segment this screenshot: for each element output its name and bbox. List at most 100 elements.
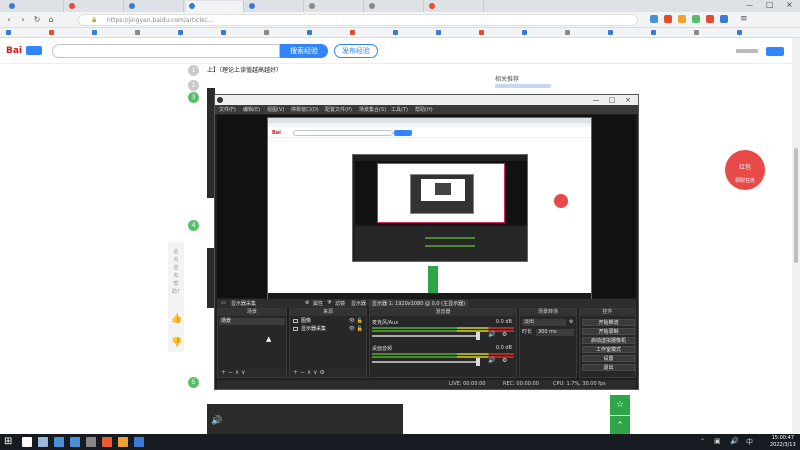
scroll-thumb[interactable] [794, 148, 798, 263]
page-scrollbar[interactable] [792, 38, 800, 434]
browser-tab[interactable] [6, 1, 64, 12]
bookmark-item[interactable] [436, 30, 476, 36]
filters-button[interactable]: 滤镜 [335, 300, 345, 307]
speaker-icon[interactable]: 🔊 [488, 357, 495, 364]
properties-button[interactable]: 属性 [313, 300, 323, 307]
transition-type-select[interactable]: 淡出 [522, 319, 566, 326]
maximize-icon[interactable]: □ [766, 0, 774, 9]
menu-help[interactable]: 帮助(H) [415, 106, 433, 113]
search-input[interactable] [52, 44, 280, 58]
bookmark-item[interactable] [264, 30, 304, 36]
tray-arrow-icon[interactable]: ⌃ [700, 438, 705, 445]
capture-frame[interactable]: Bai [267, 117, 592, 301]
start-streaming-button[interactable]: 开始推流 [582, 319, 635, 326]
browser-tab[interactable] [426, 1, 484, 12]
windows-start-icon[interactable]: ⊞ [4, 436, 12, 447]
menu-view[interactable]: 视图(V) [267, 106, 284, 113]
settings-button[interactable]: 设置 [582, 355, 635, 362]
scene-item[interactable]: 场景 [219, 318, 285, 325]
taskbar-app-icon[interactable] [118, 437, 128, 447]
bookmark-item[interactable] [6, 30, 46, 36]
source-item[interactable]: 显示器采集 👁 🔓 [291, 326, 365, 333]
minimize-icon[interactable]: — [590, 95, 602, 105]
login-button[interactable] [766, 47, 784, 56]
taskbar-app-icon[interactable] [22, 437, 32, 447]
bookmark-item[interactable] [651, 30, 691, 36]
sources-footer-symbols[interactable]: + − ∧ ∨ [293, 369, 318, 376]
volume-fader-knob[interactable] [476, 332, 480, 340]
eye-icon[interactable]: 👁 [349, 318, 355, 325]
bookmark-item[interactable] [221, 30, 261, 36]
ime-icon[interactable]: 中 [746, 437, 753, 447]
bookmark-item[interactable] [737, 30, 777, 36]
speaker-icon[interactable]: 🔊 [488, 331, 495, 338]
source-item[interactable]: 图像 👁 🔓 [291, 318, 365, 325]
bookmark-item[interactable] [565, 30, 605, 36]
volume-fader[interactable] [372, 335, 480, 337]
star-icon[interactable]: ☆ [610, 395, 630, 415]
bookmark-item[interactable] [522, 30, 562, 36]
volume-fader-knob[interactable] [476, 358, 480, 366]
browser-tab[interactable] [306, 1, 364, 12]
taskbar-app-icon[interactable] [86, 437, 96, 447]
network-icon[interactable]: ▣ [714, 437, 721, 445]
browser-tab[interactable] [246, 1, 304, 12]
browser-tab[interactable] [126, 1, 184, 12]
gear-icon[interactable]: ⚙ [502, 357, 507, 364]
extension-icon[interactable] [692, 15, 700, 23]
gear-icon[interactable]: ⚙ [502, 331, 507, 338]
header-link[interactable] [736, 49, 758, 53]
menu-docks[interactable]: 停靠窗口(D) [291, 106, 319, 113]
menu-icon[interactable]: ≡ [740, 14, 748, 24]
extension-icon[interactable] [678, 15, 686, 23]
eye-icon[interactable]: 👁 [349, 326, 355, 333]
thumbs-up-icon[interactable]: 👍 [171, 314, 182, 324]
start-virtual-camera-button[interactable]: 启动虚拟摄像机 [582, 337, 635, 344]
exit-button[interactable]: 退出 [582, 364, 635, 371]
taskbar-app-icon[interactable] [70, 437, 80, 447]
bookmark-item[interactable] [479, 30, 519, 36]
forward-icon[interactable]: › [18, 15, 28, 25]
volume-fader[interactable] [372, 361, 480, 363]
home-icon[interactable]: ⌂ [46, 15, 56, 25]
bookmark-item[interactable] [608, 30, 648, 36]
bookmark-item[interactable] [135, 30, 175, 36]
taskbar-app-icon[interactable] [102, 437, 112, 447]
bookmark-item[interactable] [49, 30, 89, 36]
taskbar-app-icon[interactable] [54, 437, 64, 447]
baidu-logo[interactable]: Bai [6, 46, 22, 56]
volume-icon[interactable]: 🔊 [730, 437, 739, 445]
bookmark-item[interactable] [393, 30, 433, 36]
bookmark-item[interactable] [92, 30, 132, 36]
sources-footer-buttons[interactable]: + − ∧ ∨ ⚙ [290, 369, 366, 377]
publish-button[interactable]: 发布经验 [334, 44, 378, 58]
bookmark-item[interactable] [307, 30, 347, 36]
extension-icon[interactable] [720, 15, 728, 23]
search-button[interactable]: 搜索经验 [280, 44, 328, 58]
scenes-footer-buttons[interactable]: + − ∧ ∨ [218, 369, 286, 377]
taskbar-app-icon[interactable] [134, 437, 144, 447]
display-select[interactable]: 显示器 1: 1920x1080 @ 0,0 (主显示器) [369, 300, 469, 307]
bookmark-item[interactable] [178, 30, 218, 36]
bookmark-item[interactable] [350, 30, 390, 36]
back-icon[interactable]: ‹ [4, 15, 14, 25]
studio-mode-button[interactable]: 工作室模式 [582, 346, 635, 353]
browser-tab[interactable] [186, 1, 244, 12]
menu-edit[interactable]: 编辑(E) [243, 106, 260, 113]
menu-scene-collection[interactable]: 场景集合(S) [359, 106, 386, 113]
close-icon[interactable]: × [622, 95, 634, 105]
extension-icon[interactable] [664, 15, 672, 23]
redpack-widget[interactable]: 红包 [725, 150, 765, 190]
browser-tab[interactable] [366, 1, 424, 12]
lock-icon[interactable]: 🔓 [357, 326, 363, 333]
taskbar-app-icon[interactable] [38, 437, 48, 447]
bookmark-item[interactable] [694, 30, 734, 36]
extension-icon[interactable] [706, 15, 714, 23]
duration-input[interactable]: 300 ms [536, 329, 574, 336]
menu-file[interactable]: 文件(F) [219, 106, 236, 113]
browser-tab[interactable] [66, 1, 124, 12]
maximize-icon[interactable]: □ [606, 95, 618, 105]
refresh-icon[interactable]: ↻ [32, 15, 42, 25]
filter-icon[interactable]: ⧩ [327, 300, 331, 306]
url-input[interactable]: 🔒 https://jingyan.baidu.com/article/... [78, 14, 638, 26]
